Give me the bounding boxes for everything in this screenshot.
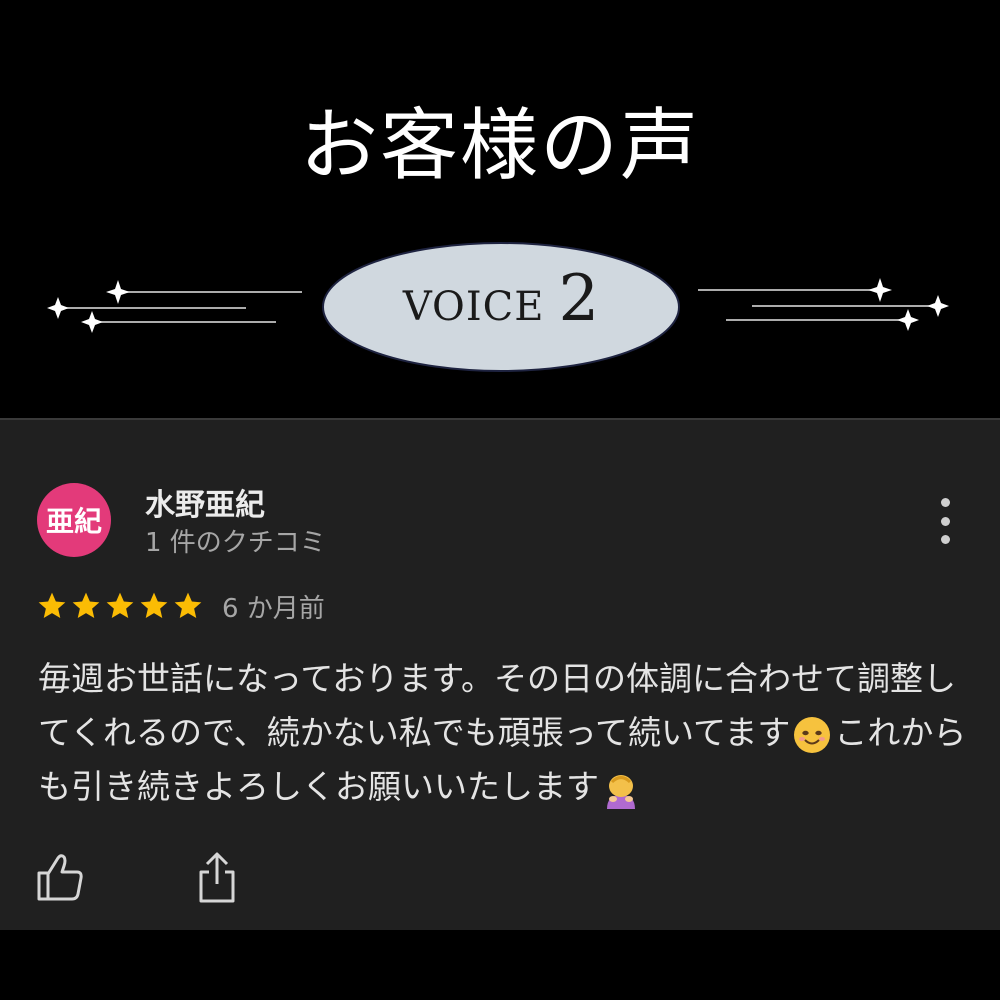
star-icon	[72, 592, 100, 618]
star-rating	[35, 590, 205, 622]
avatar[interactable]: 亜紀	[37, 483, 111, 557]
person-bowing-emoji	[607, 774, 635, 809]
reviewer-name[interactable]: 水野亜紀	[145, 480, 265, 524]
share-icon[interactable]	[196, 852, 238, 904]
star-icon	[38, 592, 66, 618]
posted-time: 6 か月前	[222, 594, 325, 624]
smiling-face-emoji	[794, 716, 831, 753]
voice-banner: お客様の声 VOICE 2	[0, 0, 1000, 418]
footer-band	[0, 930, 1000, 1000]
more-vertical-icon[interactable]	[930, 498, 960, 544]
star-icon	[106, 592, 134, 618]
star-icon	[140, 592, 168, 618]
page-title: お客様の声	[299, 101, 700, 191]
review-text: 毎週お世話になっております。その日の体調に合わせて調整してくれるので、続かない私…	[38, 652, 968, 814]
voice-label: VOICE 2	[321, 262, 681, 352]
voice-number: 2	[558, 262, 600, 336]
voice-word: VOICE	[402, 284, 545, 330]
review-count: 1 件のクチコミ	[145, 528, 326, 558]
star-icon	[174, 592, 202, 618]
thumbs-up-icon[interactable]	[36, 852, 84, 902]
